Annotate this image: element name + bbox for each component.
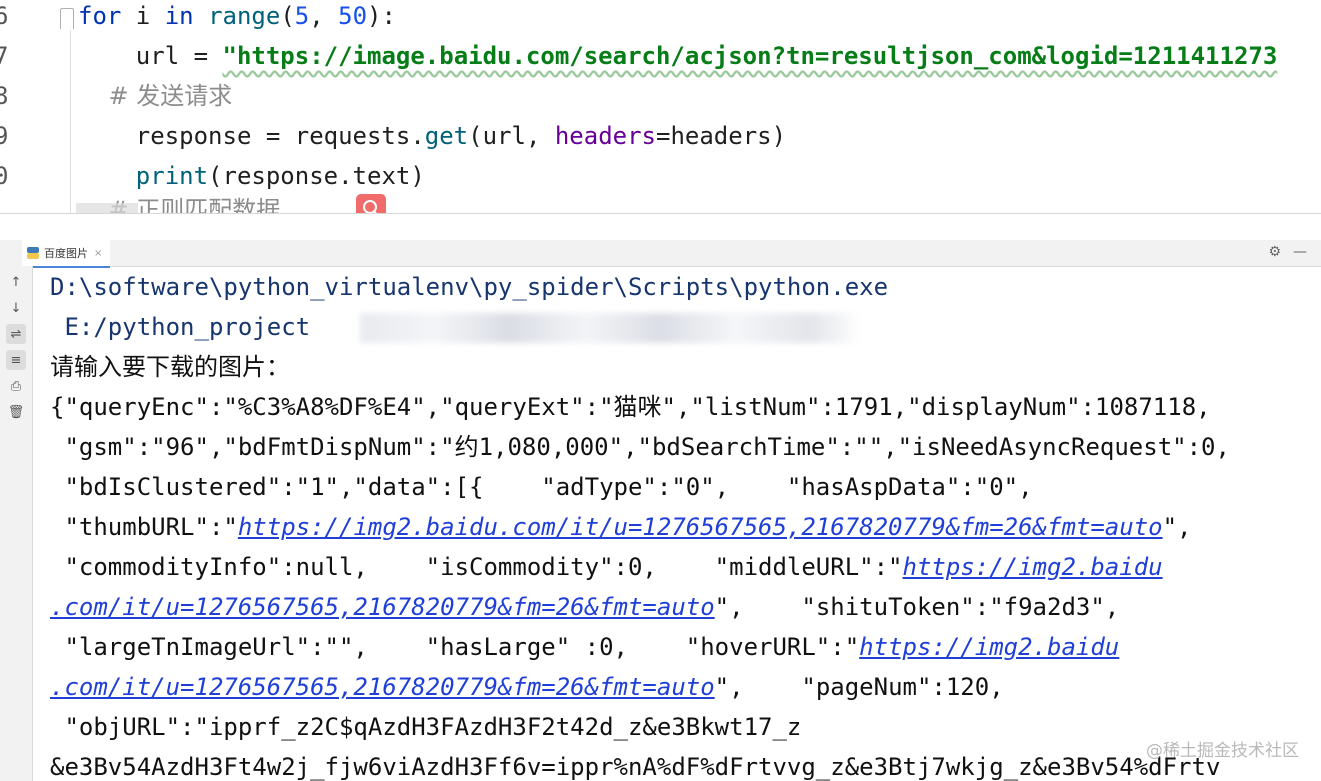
code-text: , — [309, 2, 339, 30]
builtin-print: print — [135, 162, 209, 190]
console-text: ", "pageNum":120, — [714, 673, 1004, 701]
keyword-in: in — [164, 2, 194, 30]
code-text: (response.text) — [208, 162, 425, 190]
console-line: "objURL":"ipprf_z2C$qAzdH3FAzdH3F2t42d_z… — [50, 713, 802, 741]
console-line: "largeTnImageUrl":"", "hasLarge" :0, "ho… — [50, 627, 1119, 667]
tab-run-config[interactable]: 百度图片 × — [22, 240, 111, 268]
run-panel: 百度图片 × ⚙ — ↑ ↓ ⇌ ≡ ⎙ 🗑 D:\software\pytho… — [0, 213, 1321, 781]
search-icon — [363, 200, 377, 213]
run-toolbar: ↑ ↓ ⇌ ≡ ⎙ 🗑 — [0, 266, 33, 781]
console-text: ", — [1162, 513, 1192, 541]
console-line: "commodityInfo":null, "isCommodity":0, "… — [50, 547, 1163, 587]
console-text: "thumbURL":" — [50, 513, 238, 541]
console-line: "thumbURL":"https://img2.baidu.com/it/u=… — [50, 507, 1192, 547]
minimize-icon[interactable]: — — [1293, 244, 1307, 260]
console-line: "gsm":"96","bdFmtDispNum":"约1,080,000","… — [50, 433, 1230, 461]
print-icon[interactable]: ⎙ — [6, 376, 26, 396]
param-headers: headers — [554, 122, 656, 150]
line-number: 9 — [0, 122, 9, 150]
line-number: 7 — [0, 42, 9, 70]
gear-icon[interactable]: ⚙ — [1268, 244, 1281, 260]
run-panel-header: 百度图片 × ⚙ — — [0, 240, 1321, 268]
builtin-range: range — [208, 2, 281, 30]
console-text: ", "shituToken":"f9a2d3", — [714, 593, 1120, 621]
console-line: {"queryEnc":"%C3%A8%DF%E4","queryExt":"猫… — [50, 393, 1211, 421]
console-line: 请输入要下载的图片： — [50, 353, 290, 381]
tab-label: 百度图片 — [44, 247, 88, 260]
method-get: get — [424, 122, 469, 150]
console-line: .com/it/u=1276567565,2167820779&fm=26&fm… — [50, 667, 1004, 707]
console-link[interactable]: https://img2.baidu — [903, 553, 1163, 581]
scroll-to-end-icon[interactable]: ≡ — [6, 350, 26, 370]
code-text: =headers) — [656, 122, 787, 150]
line-number: 8 — [0, 82, 9, 110]
code-text: url = — [78, 42, 223, 70]
line-number: 0 — [0, 162, 9, 190]
trash-icon[interactable]: 🗑 — [6, 402, 26, 422]
code-line-request[interactable]: response = requests.get(url, headers=hea… — [78, 116, 786, 156]
console-link[interactable]: https://img2.baidu — [859, 633, 1119, 661]
string-literal-url: "https://image.baidu.com/search/acjson?t… — [222, 42, 1278, 70]
code-line-url[interactable]: url = "https://image.baidu.com/search/ac… — [78, 36, 1278, 76]
console-line: &e3Bv54AzdH3Ft4w2j_fjw6viAzdH3Ff6v=ippr%… — [50, 753, 1221, 781]
search-button[interactable] — [356, 194, 386, 213]
keyword-for: for — [78, 2, 122, 30]
code-text: ): — [367, 2, 396, 30]
code-text: response = requests. — [78, 122, 425, 150]
blur-mask — [360, 313, 860, 343]
code-text: i — [121, 2, 165, 30]
indent-guide — [70, 30, 71, 213]
close-icon[interactable]: × — [94, 248, 102, 259]
console-link[interactable]: .com/it/u=1276567565,2167820779&fm=26&fm… — [50, 673, 715, 701]
header-tools: ⚙ — — [1268, 244, 1307, 260]
number-literal: 50 — [338, 2, 368, 30]
console-line: D:\software\python_virtualenv\py_spider\… — [50, 273, 889, 301]
scroll-up-icon[interactable]: ↑ — [6, 272, 26, 292]
fold-marker-icon[interactable] — [60, 8, 74, 29]
console-line: .com/it/u=1276567565,2167820779&fm=26&fm… — [50, 587, 1119, 627]
watermark: @稀土掘金技术社区 — [1146, 741, 1299, 761]
console-line: "bdIsClustered":"1","data":[{ "adType":"… — [50, 473, 1033, 501]
console-text: "commodityInfo":null, "isCommodity":0, "… — [50, 553, 903, 581]
blur-mask — [76, 203, 138, 213]
soft-wrap-icon[interactable]: ⇌ — [6, 324, 26, 344]
code-text: ( — [280, 2, 295, 30]
console-text: "largeTnImageUrl":"", "hasLarge" :0, "ho… — [50, 633, 860, 661]
line-number: 6 — [0, 2, 9, 30]
code-comment[interactable]: # 发送请求 — [78, 76, 233, 116]
console-line: E:/python_project — [50, 313, 311, 341]
number-literal: 5 — [294, 2, 310, 30]
code-line-for[interactable]: for i in range(5, 50): — [78, 0, 396, 36]
code-text: (url, — [468, 122, 555, 150]
console-link[interactable]: https://img2.baidu.com/it/u=1276567565,2… — [238, 513, 1163, 541]
console-link[interactable]: .com/it/u=1276567565,2167820779&fm=26&fm… — [50, 593, 715, 621]
console-output[interactable]: D:\software\python_virtualenv\py_spider\… — [50, 267, 1321, 781]
scroll-down-icon[interactable]: ↓ — [6, 298, 26, 318]
code-editor[interactable]: 6 7 8 9 0 for i in range(5, 50): url = "… — [0, 0, 1321, 213]
python-icon — [27, 247, 39, 259]
